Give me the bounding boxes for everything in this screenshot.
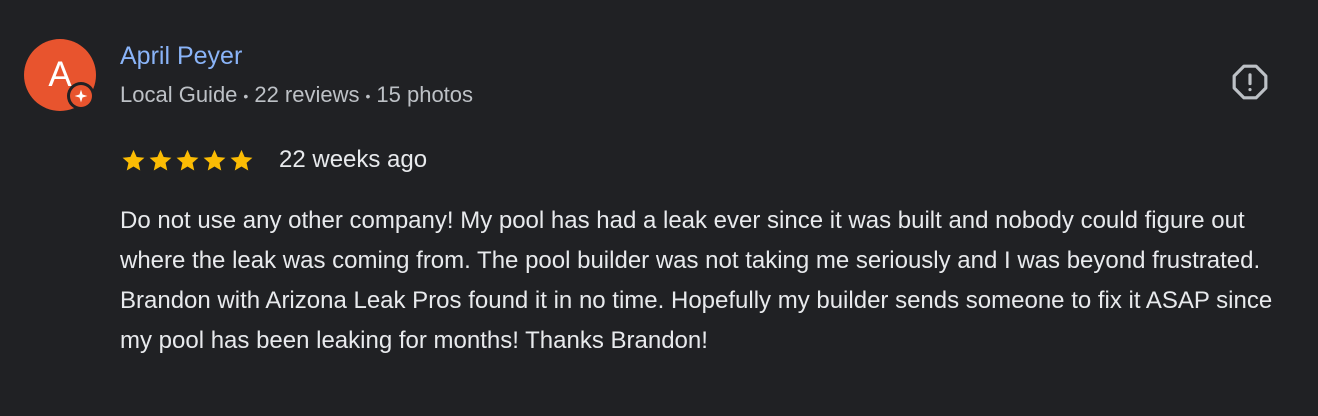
reviewer-photo-count: 15 photos [376, 82, 474, 107]
star-icon [201, 147, 228, 174]
report-flag-icon [1232, 64, 1268, 100]
meta-separator: • [365, 88, 371, 105]
reviewer-meta: Local Guide • 22 reviews • 15 photos [120, 82, 473, 108]
star-rating [120, 147, 255, 174]
reviewer-review-count: 22 reviews [254, 82, 360, 107]
star-icon [120, 147, 147, 174]
reviewer-name[interactable]: April Peyer [120, 42, 242, 71]
local-guide-badge [67, 82, 95, 110]
review-card: A April Peyer Local Guide • 22 reviews • 15 … [0, 0, 1318, 416]
meta-separator: • [243, 88, 249, 105]
report-review-button[interactable] [1226, 58, 1274, 106]
star-icon [174, 147, 201, 174]
star-icon [147, 147, 174, 174]
reviewer-level: Local Guide [120, 82, 238, 107]
review-time-ago: 22 weeks ago [279, 146, 428, 173]
local-guide-star-icon [70, 85, 92, 107]
review-text: Do not use any other company! My pool ha… [120, 207, 1273, 354]
rating-row: 22 weeks ago [120, 143, 427, 177]
star-icon [228, 147, 255, 174]
reviewer-avatar-container[interactable]: A [24, 39, 96, 111]
